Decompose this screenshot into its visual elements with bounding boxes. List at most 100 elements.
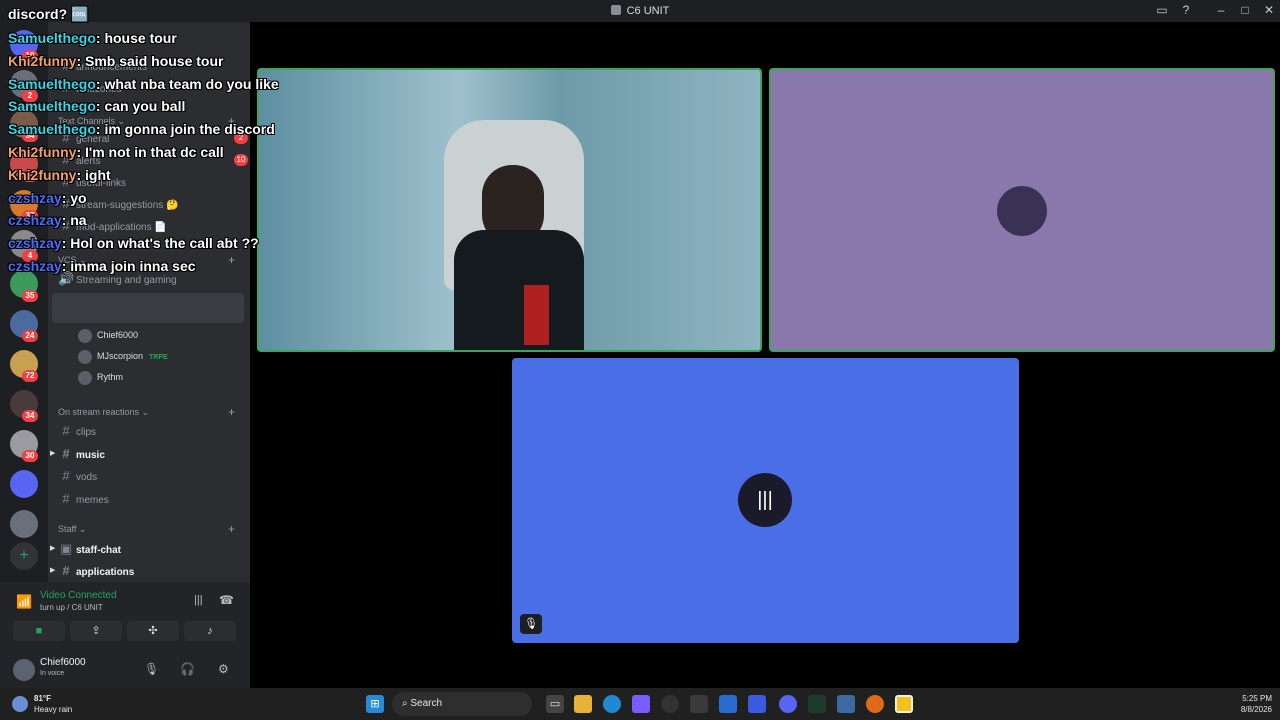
settings-icon[interactable]: ⚙ (218, 662, 229, 676)
chatgpt-icon[interactable] (661, 695, 679, 713)
avatar[interactable] (13, 659, 35, 681)
streaming-app-icon[interactable] (895, 695, 913, 713)
channel-applications[interactable]: ▶ # applications (50, 561, 244, 581)
taskbar: 81°F Heavy rain ⊞ ⌕ Search ▭ 5:25 PM 8/8… (0, 688, 1280, 720)
chat-text: : house tour (95, 30, 177, 46)
outlook-icon[interactable] (719, 695, 737, 713)
unread-indicator-icon: ▶ (50, 567, 56, 574)
start-icon[interactable]: ⊞ (366, 695, 384, 713)
video-tile-rythm[interactable]: ||| 🎙 (512, 358, 1019, 643)
store-icon[interactable] (690, 695, 708, 713)
remote-desktop-icon[interactable] (837, 695, 855, 713)
add-channel-icon[interactable]: + (228, 405, 235, 419)
discord-icon[interactable] (779, 695, 797, 713)
soundboard-button[interactable]: ♪ (184, 621, 236, 641)
channel-vods[interactable]: # vods (58, 466, 244, 486)
add-server-button[interactable]: + (10, 542, 38, 570)
unread-badge: 30 (22, 450, 38, 462)
channel-label: memes (76, 494, 109, 506)
chat-message: Khi2funny: ight (8, 167, 111, 183)
unread-badge: 24 (22, 330, 38, 342)
maximize-button[interactable]: □ (1236, 3, 1254, 17)
voice-user-name: Rythm (97, 372, 124, 382)
chat-text: : imma join inna sec (61, 258, 196, 274)
chat-message: czshzay: Hol on what's the call abt ?? (8, 235, 259, 251)
weather-desc[interactable]: Heavy rain (34, 705, 72, 714)
unread-badge: 34 (22, 410, 38, 422)
app-icon[interactable] (866, 695, 884, 713)
chat-text: : na (61, 212, 87, 228)
unread-badge: 35 (22, 290, 38, 302)
chat-username: Samuelthego (8, 98, 96, 114)
chat-username: Samuelthego (8, 121, 96, 137)
chat-username: Samuelthego (8, 30, 96, 46)
weather-temp[interactable]: 81°F (34, 694, 51, 703)
chat-message: Khi2funny: I'm not in that dc call (8, 144, 224, 160)
channel-staff-chat[interactable]: ▶ ▣ staff-chat (50, 539, 244, 559)
edge-icon[interactable] (603, 695, 621, 713)
chat-username: discord? 🆒 (8, 6, 89, 22)
roblox-icon[interactable] (748, 695, 766, 713)
user-tag: TRPE (149, 354, 168, 361)
chat-text: : ight (76, 167, 111, 183)
window-title: C6 UNIT (0, 5, 1280, 17)
chat-username: czshzay (8, 212, 62, 228)
disconnect-icon[interactable]: ☎ (219, 593, 234, 607)
chat-message: czshzay: na (8, 212, 87, 228)
chat-text: : can you ball (95, 98, 186, 114)
video-tile-user[interactable] (769, 68, 1275, 352)
chat-text: : Smb said house tour (76, 53, 224, 69)
chat-username: czshzay (8, 190, 62, 206)
unread-badge: 10 (234, 154, 248, 166)
hash-icon: # (62, 445, 70, 461)
voice-user-mjscorpion[interactable]: MJscorpion TRPE (78, 348, 168, 364)
camera-button[interactable]: ■ (13, 621, 65, 641)
unread-indicator-icon: ▶ (50, 449, 56, 457)
video-tile-camera[interactable] (257, 68, 762, 352)
voice-user-rythm[interactable]: Rythm (78, 369, 123, 385)
activities-button[interactable]: ✣ (127, 621, 179, 641)
terminal-icon[interactable] (808, 695, 826, 713)
help-icon[interactable]: ? (1177, 3, 1195, 17)
file-explorer-icon[interactable] (574, 695, 592, 713)
channel-label: mod-applications 📄 (76, 222, 167, 233)
chat-text: : im gonna join the discord (95, 121, 275, 137)
voice-location[interactable]: turn up / C6 UNIT (40, 603, 103, 612)
minimize-button[interactable]: – (1212, 3, 1230, 17)
user-name[interactable]: Chief6000 (40, 657, 86, 668)
voice-user-chief6000[interactable]: Chief6000 (78, 327, 138, 343)
chat-username: czshzay (8, 235, 62, 251)
server-icon[interactable] (10, 470, 38, 498)
voice-channel-turn-up[interactable] (52, 293, 244, 323)
weather-icon[interactable] (12, 696, 28, 712)
avatar (78, 349, 92, 364)
server-icon[interactable] (10, 510, 38, 538)
channel-clips[interactable]: # clips (58, 421, 244, 441)
hash-icon: # (62, 490, 70, 506)
noise-suppression-icon[interactable]: ||| (194, 594, 203, 606)
channel-music[interactable]: ▶ # music (50, 444, 244, 464)
chat-username: Samuelthego (8, 76, 96, 92)
inbox-icon[interactable]: ▭ (1153, 3, 1171, 17)
task-view-icon[interactable]: ▭ (546, 695, 564, 713)
headphones-icon[interactable]: 🎧 (180, 662, 195, 676)
category-stream[interactable]: On stream reactions ⌄ + (58, 405, 235, 419)
search-box[interactable]: ⌕ Search (392, 692, 532, 716)
add-channel-icon[interactable]: + (228, 522, 235, 536)
voice-user-name: Chief6000 (97, 330, 139, 340)
chat-username: czshzay (8, 258, 62, 274)
copilot-icon[interactable] (632, 695, 650, 713)
chat-message: discord? 🆒 (8, 6, 88, 23)
unread-badge: 72 (22, 370, 38, 382)
clock-time[interactable]: 5:25 PM (1200, 694, 1272, 703)
close-button[interactable]: ✕ (1260, 3, 1278, 17)
channel-memes[interactable]: # memes (58, 489, 244, 509)
unread-indicator-icon: ▶ (50, 545, 56, 552)
screenshare-button[interactable]: ⇪ (70, 621, 122, 641)
chat-text: : I'm not in that dc call (76, 144, 224, 160)
clock-date[interactable]: 8/8/2026 (1200, 705, 1272, 714)
mic-icon[interactable]: 🎙 (144, 662, 159, 676)
category-staff[interactable]: Staff ⌄ + (58, 522, 235, 536)
avatar (78, 370, 92, 385)
add-channel-icon[interactable]: + (228, 253, 235, 267)
